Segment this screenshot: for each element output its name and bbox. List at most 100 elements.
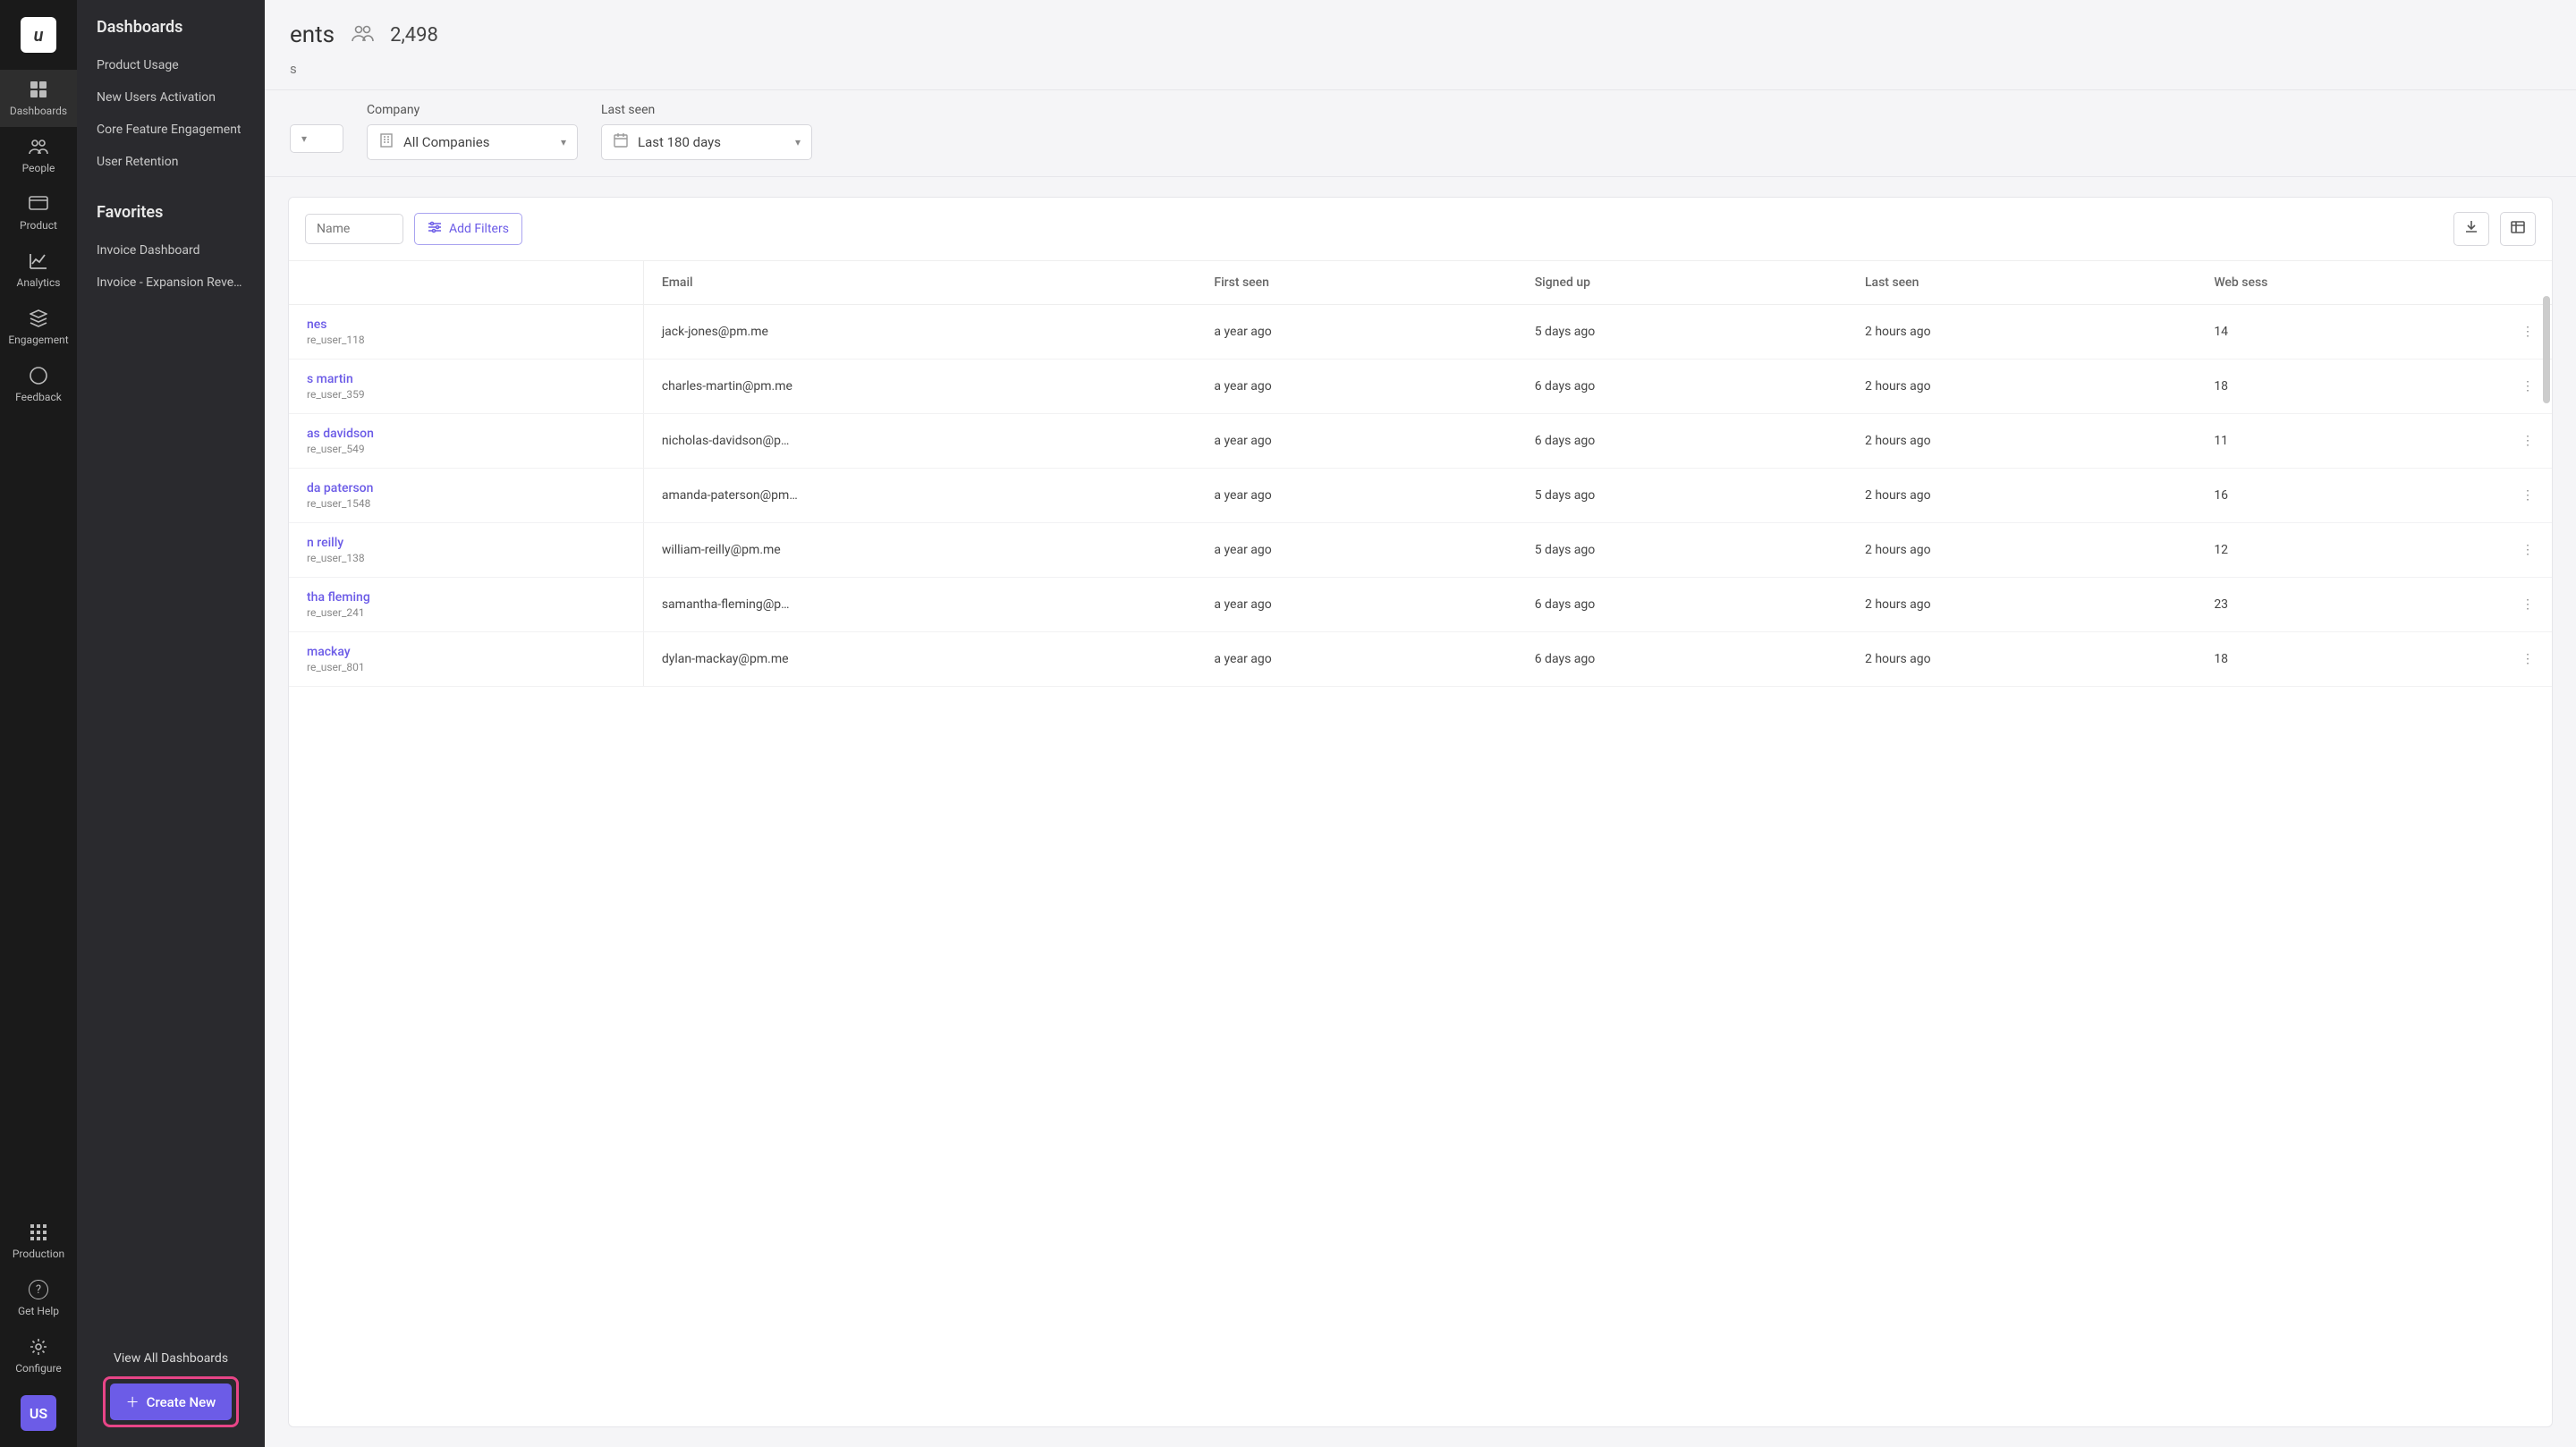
row-actions[interactable]: ⋮	[2504, 523, 2552, 578]
rail-item-people[interactable]: People	[0, 127, 77, 184]
chevron-down-icon: ▾	[561, 136, 566, 148]
cell-name[interactable]: da patersonre_user_1548	[289, 469, 643, 523]
flyout-item-invoice-dashboard[interactable]: Invoice Dashboard	[97, 234, 245, 267]
cell-first-seen: a year ago	[1196, 305, 1516, 360]
table-scroll[interactable]: Email First seen Signed up Last seen Web…	[289, 260, 2552, 1426]
cell-signed-up: 5 days ago	[1517, 305, 1847, 360]
building-icon	[378, 132, 394, 152]
row-actions[interactable]: ⋮	[2504, 578, 2552, 632]
columns-icon	[2511, 220, 2525, 238]
more-icon: ⋮	[2521, 652, 2534, 666]
lastseen-select[interactable]: Last 180 days ▾	[601, 124, 812, 160]
page-subline: s	[265, 57, 2576, 89]
dashboards-flyout: Dashboards Product Usage New Users Activ…	[77, 0, 265, 1447]
table-toolbar: Add Filters	[289, 198, 2552, 260]
col-name[interactable]	[289, 261, 643, 305]
grid-icon	[29, 80, 48, 99]
analytics-icon	[29, 251, 48, 271]
cell-web: 16	[2196, 469, 2504, 523]
cell-name[interactable]: mackayre_user_801	[289, 632, 643, 687]
cell-first-seen: a year ago	[1196, 469, 1516, 523]
add-filters-button[interactable]: Add Filters	[414, 213, 522, 245]
row-actions[interactable]: ⋮	[2504, 632, 2552, 687]
download-icon	[2464, 220, 2479, 238]
page-title: ents	[290, 21, 335, 48]
table-row[interactable]: as davidsonre_user_549nicholas-davidson@…	[289, 414, 2552, 469]
add-filters-label: Add Filters	[449, 222, 509, 236]
cell-email: amanda-paterson@pm…	[643, 469, 1196, 523]
col-email[interactable]: Email	[643, 261, 1196, 305]
company-select[interactable]: All Companies ▾	[367, 124, 578, 160]
flyout-item-user-retention[interactable]: User Retention	[97, 146, 245, 178]
rail-item-engagement[interactable]: Engagement	[0, 299, 77, 356]
app-logo[interactable]: u	[21, 17, 56, 53]
cell-name[interactable]: nesre_user_118	[289, 305, 643, 360]
row-actions[interactable]: ⋮	[2504, 469, 2552, 523]
lastseen-value: Last 180 days	[638, 134, 721, 150]
filter-select-hidden[interactable]: ▾	[290, 124, 343, 153]
table-row[interactable]: mackayre_user_801dylan-mackay@pm.mea yea…	[289, 632, 2552, 687]
cell-name[interactable]: s martinre_user_359	[289, 360, 643, 414]
rail-item-configure[interactable]: Configure	[0, 1327, 77, 1384]
flyout-item-product-usage[interactable]: Product Usage	[97, 49, 245, 81]
rail-item-production[interactable]: Production	[0, 1213, 77, 1270]
cell-first-seen: a year ago	[1196, 632, 1516, 687]
plus-icon: ＋	[126, 1392, 140, 1411]
cell-name[interactable]: tha flemingre_user_241	[289, 578, 643, 632]
more-icon: ⋮	[2521, 434, 2534, 448]
cell-name[interactable]: n reillyre_user_138	[289, 523, 643, 578]
rail-label: People	[22, 162, 55, 174]
rail-item-feedback[interactable]: Feedback	[0, 356, 77, 413]
cell-signed-up: 6 days ago	[1517, 414, 1847, 469]
chevron-down-icon: ▾	[795, 136, 801, 148]
row-actions[interactable]: ⋮	[2504, 414, 2552, 469]
cell-email: samantha-fleming@p…	[643, 578, 1196, 632]
create-new-button[interactable]: ＋ Create New	[110, 1384, 233, 1420]
rail-label: Dashboards	[10, 105, 67, 117]
table-panel: Add Filters Email First s	[288, 197, 2553, 1427]
table-row[interactable]: da patersonre_user_1548amanda-paterson@p…	[289, 469, 2552, 523]
columns-button[interactable]	[2500, 212, 2536, 246]
rail-label: Configure	[15, 1362, 62, 1375]
col-web-sessions[interactable]: Web sess	[2196, 261, 2504, 305]
rail-item-dashboards[interactable]: Dashboards	[0, 70, 77, 127]
flyout-item-invoice-expansion[interactable]: Invoice - Expansion Reve…	[97, 267, 245, 299]
cell-web: 14	[2196, 305, 2504, 360]
cell-email: charles-martin@pm.me	[643, 360, 1196, 414]
cell-first-seen: a year ago	[1196, 360, 1516, 414]
cell-web: 11	[2196, 414, 2504, 469]
download-button[interactable]	[2453, 212, 2489, 246]
col-signed-up[interactable]: Signed up	[1517, 261, 1847, 305]
more-icon: ⋮	[2521, 379, 2534, 393]
apps-icon	[29, 1223, 48, 1242]
layers-icon	[29, 309, 48, 328]
search-input[interactable]	[305, 214, 403, 244]
product-icon	[29, 194, 48, 214]
filter-label-hidden	[290, 103, 343, 117]
users-table: Email First seen Signed up Last seen Web…	[289, 260, 2552, 687]
flyout-header-favorites: Favorites	[97, 203, 245, 222]
table-row[interactable]: n reillyre_user_138william-reilly@pm.mea…	[289, 523, 2552, 578]
company-value: All Companies	[403, 134, 489, 150]
scrollbar[interactable]	[2543, 296, 2550, 403]
cell-last-seen: 2 hours ago	[1847, 523, 2196, 578]
cell-first-seen: a year ago	[1196, 414, 1516, 469]
rail-item-analytics[interactable]: Analytics	[0, 241, 77, 299]
table-row[interactable]: nesre_user_118jack-jones@pm.mea year ago…	[289, 305, 2552, 360]
cell-signed-up: 5 days ago	[1517, 469, 1847, 523]
table-row[interactable]: s martinre_user_359charles-martin@pm.mea…	[289, 360, 2552, 414]
flyout-item-core-feature-engagement[interactable]: Core Feature Engagement	[97, 114, 245, 146]
col-first-seen[interactable]: First seen	[1196, 261, 1516, 305]
col-last-seen[interactable]: Last seen	[1847, 261, 2196, 305]
create-new-label: Create New	[147, 1394, 216, 1410]
table-row[interactable]: tha flemingre_user_241samantha-fleming@p…	[289, 578, 2552, 632]
flyout-item-new-users-activation[interactable]: New Users Activation	[97, 81, 245, 114]
rail-item-product[interactable]: Product	[0, 184, 77, 241]
rail-item-help[interactable]: ? Get Help	[0, 1270, 77, 1327]
cell-name[interactable]: as davidsonre_user_549	[289, 414, 643, 469]
user-avatar[interactable]: US	[21, 1395, 56, 1431]
view-all-dashboards-link[interactable]: View All Dashboards	[114, 1351, 228, 1366]
gear-icon	[29, 1337, 48, 1357]
flyout-header-dashboards: Dashboards	[97, 18, 245, 37]
more-icon: ⋮	[2521, 325, 2534, 339]
